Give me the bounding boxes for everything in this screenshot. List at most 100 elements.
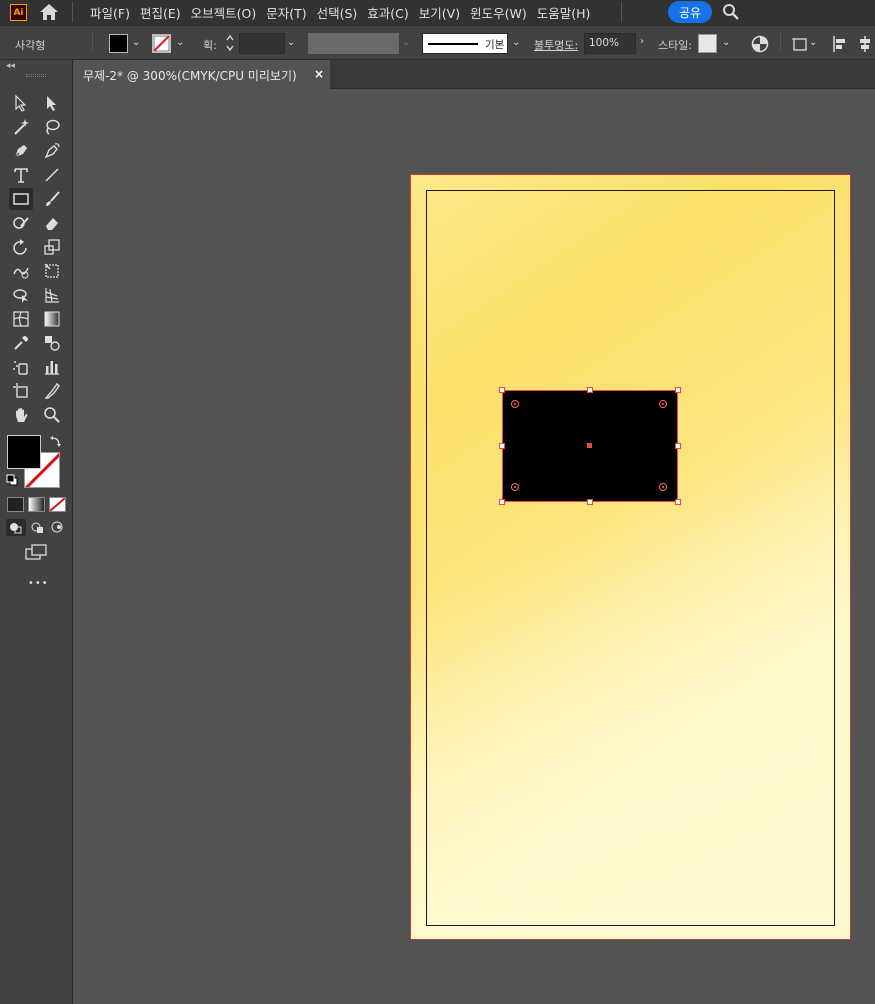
line-segment-tool-icon[interactable] <box>40 164 64 186</box>
menu-edit[interactable]: 편집(E) <box>136 3 187 22</box>
document-tab[interactable]: 무제-2* @ 300%(CMYK/CPU 미리보기) × <box>73 60 330 89</box>
align-center-icon[interactable] <box>857 35 873 53</box>
mesh-tool-icon[interactable] <box>9 308 33 330</box>
draw-normal-icon <box>10 523 22 534</box>
blend-tool-icon[interactable] <box>40 332 64 354</box>
artboard[interactable] <box>410 174 851 940</box>
search-icon[interactable] <box>722 3 740 21</box>
selection-tool-icon[interactable] <box>9 92 33 114</box>
gradient-mode-button[interactable] <box>28 497 45 512</box>
draw-behind-icon[interactable] <box>28 519 46 536</box>
draw-normal-button[interactable] <box>6 519 26 536</box>
lasso-icon[interactable] <box>40 116 64 138</box>
object-type-label: 사각형 <box>15 39 46 52</box>
menu-bar: Ai 파일(F) 편집(E) 오브젝트(O) 문자(T) 선택(S) 효과(C)… <box>0 0 875 25</box>
center-point[interactable] <box>587 443 592 448</box>
free-transform-tool-icon[interactable] <box>40 260 64 282</box>
fill-color-box[interactable] <box>7 435 41 469</box>
shaper-tool-icon[interactable] <box>9 212 33 234</box>
tools-panel: ◂◂ ••• <box>0 60 73 1004</box>
resize-handle-top-left[interactable] <box>499 387 505 393</box>
warp-tool-icon[interactable] <box>9 260 33 282</box>
align-to-icon[interactable] <box>792 35 810 53</box>
paintbrush-tool-icon[interactable] <box>40 188 64 210</box>
resize-handle-bottom-right[interactable] <box>675 499 681 505</box>
menu-help[interactable]: 도움말(H) <box>533 3 597 22</box>
chevron-right-icon[interactable]: › <box>640 36 650 48</box>
swap-colors-icon[interactable] <box>50 435 62 447</box>
align-left-icon[interactable] <box>832 35 848 53</box>
menu-window[interactable]: 윈도우(W) <box>466 3 533 22</box>
magic-wand-icon[interactable] <box>9 116 33 138</box>
graphic-style-swatch[interactable] <box>698 34 717 53</box>
hand-tool-icon[interactable] <box>9 404 33 426</box>
column-graph-tool-icon[interactable] <box>40 356 64 378</box>
rectangle-tool-icon[interactable] <box>9 188 33 210</box>
eraser-tool-icon[interactable] <box>40 212 64 234</box>
gradient-tool-icon[interactable] <box>40 308 64 330</box>
chevron-down-icon[interactable]: ⌄ <box>132 37 142 49</box>
screen-mode-icon[interactable] <box>24 544 48 562</box>
type-tool-icon[interactable] <box>9 164 33 186</box>
divider <box>72 2 73 22</box>
menu-object[interactable]: 오브젝트(O) <box>187 3 263 22</box>
scale-tool-icon[interactable] <box>40 236 64 258</box>
corner-radius-widget[interactable] <box>511 483 519 491</box>
eyedropper-tool-icon[interactable] <box>9 332 33 354</box>
menu-effect[interactable]: 효과(C) <box>363 3 414 22</box>
divider <box>621 2 622 22</box>
stroke-weight-field[interactable] <box>239 33 285 54</box>
variable-width-profile[interactable] <box>308 33 399 54</box>
color-mode-button[interactable] <box>7 497 24 512</box>
rotate-tool-icon[interactable] <box>9 236 33 258</box>
share-button[interactable]: 공유 <box>668 1 712 23</box>
curvature-tool-icon[interactable] <box>40 140 64 162</box>
artboard-tool-icon[interactable] <box>9 380 33 402</box>
menu-file[interactable]: 파일(F) <box>86 3 136 22</box>
stroke-swatch[interactable] <box>152 34 171 53</box>
corner-radius-widget[interactable] <box>659 400 667 408</box>
stroke-profile-value: 기본 <box>485 39 505 51</box>
margin-guide <box>426 190 835 926</box>
default-colors-icon[interactable] <box>6 474 18 486</box>
stepper-icon[interactable] <box>225 34 235 52</box>
style-label: 스타일: <box>658 39 693 52</box>
resize-handle-bottom[interactable] <box>587 499 593 505</box>
chevron-down-icon[interactable]: ⌄ <box>809 37 819 49</box>
resize-handle-top-right[interactable] <box>675 387 681 393</box>
corner-radius-widget[interactable] <box>659 483 667 491</box>
corner-radius-widget[interactable] <box>511 400 519 408</box>
edit-toolbar-button[interactable]: ••• <box>28 578 49 589</box>
slice-tool-icon[interactable] <box>40 380 64 402</box>
fill-swatch[interactable] <box>109 34 128 53</box>
canvas-area[interactable] <box>74 89 875 1004</box>
chevron-down-icon[interactable]: ⌄ <box>722 37 732 49</box>
panel-grip[interactable] <box>26 74 46 77</box>
direct-selection-tool-icon[interactable] <box>40 92 64 114</box>
recolor-icon[interactable] <box>751 35 769 53</box>
collapse-panel-icon[interactable]: ◂◂ <box>6 61 15 71</box>
opacity-label[interactable]: 불투명도: <box>534 37 578 53</box>
opacity-field[interactable]: 100% <box>584 33 636 54</box>
opacity-value: 100% <box>589 37 620 49</box>
chevron-down-icon[interactable]: ⌄ <box>176 37 186 49</box>
shape-builder-tool-icon[interactable] <box>9 284 33 306</box>
brush-definition-field[interactable]: 기본 <box>422 33 508 54</box>
menu-select[interactable]: 선택(S) <box>313 3 364 22</box>
close-icon[interactable]: × <box>314 67 324 81</box>
none-mode-button[interactable] <box>49 497 66 512</box>
pen-tool-icon[interactable] <box>9 140 33 162</box>
chevron-down-icon[interactable]: ⌄ <box>512 37 522 49</box>
menu-type[interactable]: 문자(T) <box>262 3 312 22</box>
resize-handle-top[interactable] <box>587 387 593 393</box>
zoom-tool-icon[interactable] <box>40 404 64 426</box>
resize-handle-bottom-left[interactable] <box>499 499 505 505</box>
chevron-down-icon[interactable]: ⌄ <box>287 37 297 49</box>
draw-inside-icon[interactable] <box>48 519 66 536</box>
symbol-sprayer-tool-icon[interactable] <box>9 356 33 378</box>
resize-handle-right[interactable] <box>675 443 681 449</box>
menu-view[interactable]: 보기(V) <box>415 3 466 22</box>
home-icon[interactable] <box>39 3 59 21</box>
perspective-grid-tool-icon[interactable] <box>40 284 64 306</box>
resize-handle-left[interactable] <box>499 443 505 449</box>
